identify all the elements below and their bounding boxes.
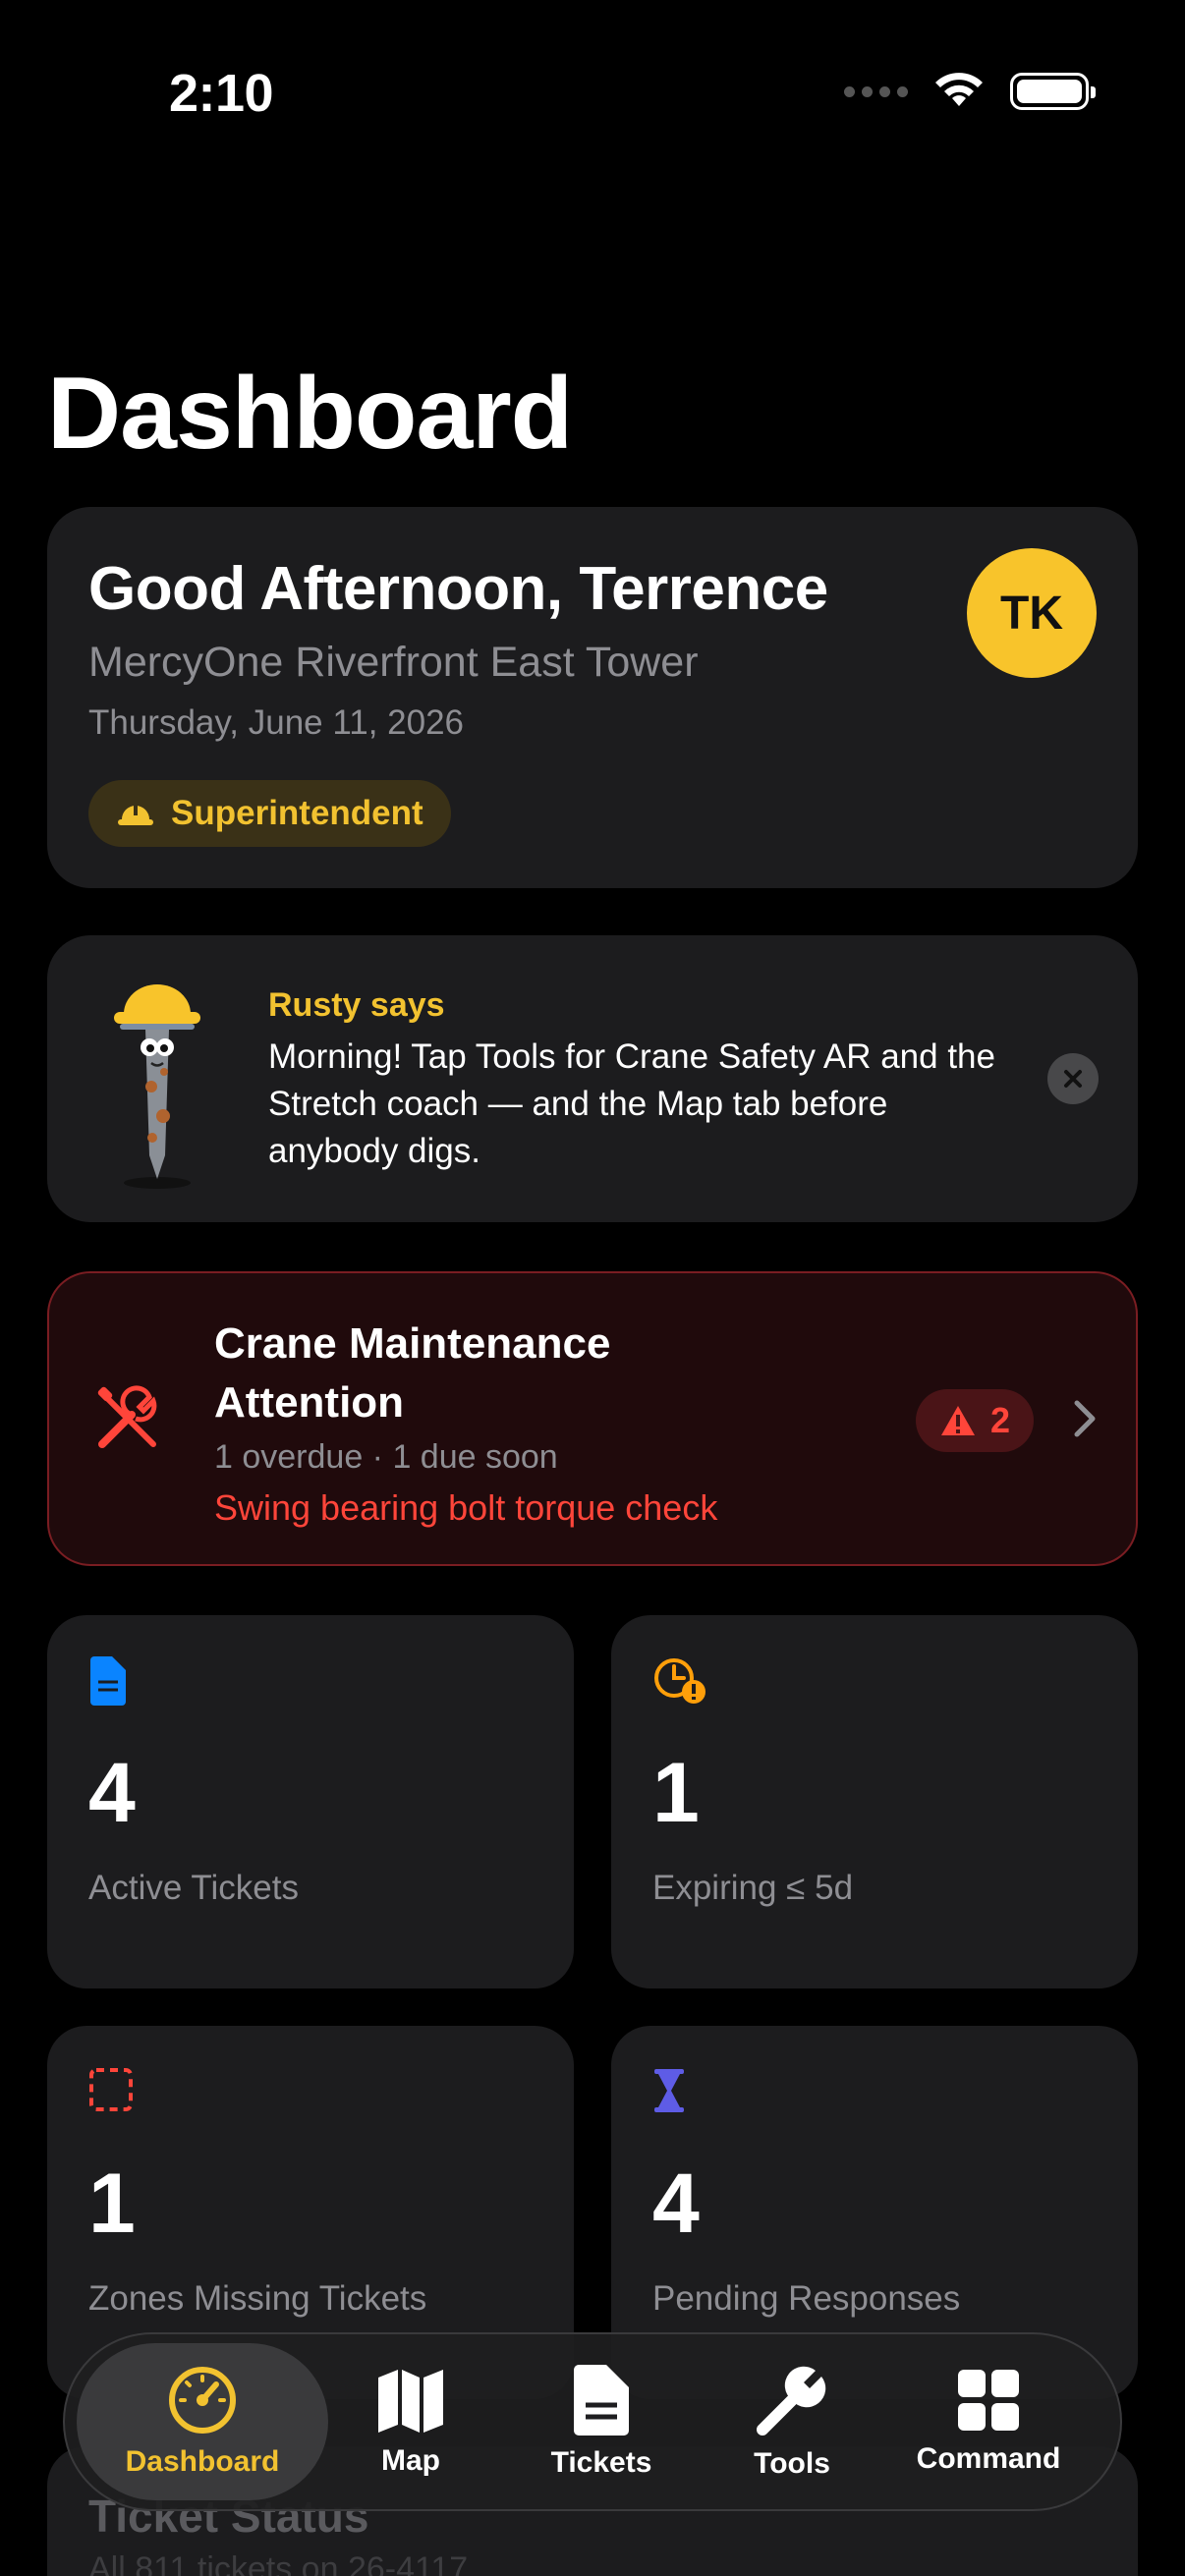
battery-icon <box>1010 73 1096 110</box>
greeting-card: Good Afternoon, Terrence MercyOne Riverf… <box>47 507 1138 888</box>
alert-subtitle: 1 overdue · 1 due soon <box>214 1438 558 1476</box>
tab-dashboard[interactable]: Dashboard <box>77 2343 328 2500</box>
crane-maintenance-alert[interactable]: Crane Maintenance Attention 1 overdue · … <box>47 1271 1138 1566</box>
role-badge: Superintendent <box>88 780 451 847</box>
ticket-status-subtitle: All 811 tickets on 26-4117 <box>88 2550 469 2576</box>
rusty-message: Morning! Tap Tools for Crane Safety AR a… <box>268 1037 995 1170</box>
tab-tickets[interactable]: Tickets <box>493 2343 709 2500</box>
rusty-title: Rusty says <box>268 986 445 1024</box>
document-icon <box>574 2365 629 2436</box>
site-name: MercyOne Riverfront East Tower <box>88 639 699 686</box>
alert-warning: Swing bearing bolt torque check <box>214 1487 718 1528</box>
stat-label: Active Tickets <box>88 1869 299 1907</box>
stat-label: Zones Missing Tickets <box>88 2279 427 2318</box>
status-time: 2:10 <box>169 64 274 123</box>
stat-value: 4 <box>88 1746 136 1840</box>
tab-label: Dashboard <box>125 2445 280 2478</box>
rusty-mascot-icon <box>114 984 200 1189</box>
page-title: Dashboard <box>47 357 573 471</box>
alert-count-badge: 2 <box>915 1389 1034 1452</box>
stat-value: 4 <box>652 2156 700 2251</box>
tab-label: Map <box>381 2444 440 2477</box>
tab-tools[interactable]: Tools <box>709 2343 875 2500</box>
avatar[interactable]: TK <box>967 548 1097 678</box>
wrench-icon <box>757 2366 826 2436</box>
active-tickets-tile[interactable]: 4 Active Tickets <box>47 1615 574 1988</box>
current-date: Thursday, June 11, 2026 <box>88 703 465 742</box>
alert-title: Crane Maintenance Attention <box>214 1319 611 1427</box>
hourglass-icon <box>654 2069 684 2112</box>
tab-label: Tickets <box>550 2446 652 2479</box>
expiring-tickets-tile[interactable]: 1 Expiring ≤ 5d <box>611 1615 1138 1988</box>
tab-command[interactable]: Command <box>875 2343 1102 2500</box>
clock-alert-icon <box>654 1658 705 1704</box>
chevron-right-icon <box>1074 1400 1096 1437</box>
tools-icon <box>97 1385 157 1448</box>
alert-count: 2 <box>989 1400 1010 1440</box>
gauge-icon <box>169 2367 236 2434</box>
tab-label: Command <box>916 2442 1061 2475</box>
stat-label: Expiring ≤ 5d <box>652 1869 854 1907</box>
tab-label: Tools <box>754 2447 830 2480</box>
signal-icon <box>844 85 908 97</box>
stat-value: 1 <box>88 2156 136 2251</box>
stat-label: Pending Responses <box>652 2279 961 2318</box>
document-icon <box>90 1656 126 1706</box>
hard-hat-icon <box>118 804 153 825</box>
map-icon <box>378 2370 443 2433</box>
greeting-title: Good Afternoon, Terrence <box>88 555 828 623</box>
stat-value: 1 <box>652 1746 700 1840</box>
close-icon <box>1064 1070 1082 1088</box>
tab-bar: Dashboard Map Tickets Tools Command <box>63 2332 1122 2511</box>
rusty-tip-card: Rusty says Morning! Tap Tools for Crane … <box>47 935 1138 1222</box>
dashed-square-icon <box>89 2068 133 2111</box>
role-label: Superintendent <box>171 794 423 832</box>
tab-map[interactable]: Map <box>328 2343 493 2500</box>
warning-icon <box>940 1406 975 1435</box>
status-icons <box>844 73 1096 110</box>
wifi-icon <box>935 73 983 106</box>
grid-icon <box>958 2370 1019 2431</box>
dismiss-button[interactable] <box>1047 1053 1099 1104</box>
